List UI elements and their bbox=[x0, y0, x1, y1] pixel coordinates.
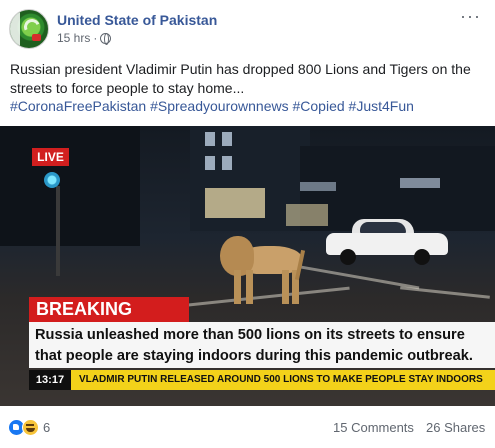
page-name-link[interactable]: United State of Pakistan bbox=[57, 12, 217, 28]
lion-leg bbox=[282, 270, 289, 304]
ticker-text: VLADMIR PUTIN RELEASED AROUND 500 LIONS … bbox=[79, 374, 483, 385]
news-headline: Russia unleashed more than 500 lions on … bbox=[29, 322, 495, 368]
car-window bbox=[360, 222, 406, 233]
window bbox=[205, 132, 215, 146]
building-left bbox=[0, 126, 140, 246]
window bbox=[286, 204, 328, 226]
comments-link[interactable]: 15 Comments bbox=[333, 419, 414, 436]
lion-leg bbox=[234, 270, 241, 304]
window bbox=[205, 188, 265, 218]
window bbox=[300, 182, 336, 191]
post-time[interactable]: 15 hrs bbox=[57, 31, 90, 45]
reaction-count[interactable]: 6 bbox=[43, 419, 50, 436]
news-ticker: 13:17 VLADMIR PUTIN RELEASED AROUND 500 … bbox=[29, 370, 495, 390]
post-meta: 15 hrs · bbox=[57, 31, 112, 45]
post-header: United State of Pakistan 15 hrs · ··· bbox=[0, 0, 495, 56]
car-wheel bbox=[414, 249, 430, 265]
meta-separator: · bbox=[93, 31, 98, 45]
lion bbox=[220, 236, 310, 306]
parked-car bbox=[326, 219, 448, 265]
flag-stripe bbox=[10, 10, 20, 48]
window bbox=[222, 132, 232, 146]
logo-mark bbox=[32, 34, 41, 41]
globe-icon bbox=[100, 32, 112, 45]
shares-link[interactable]: 26 Shares bbox=[426, 419, 485, 436]
avatar[interactable] bbox=[9, 9, 49, 49]
hashtags[interactable]: #CoronaFreePakistan #Spreadyourownnews #… bbox=[10, 97, 485, 116]
window bbox=[400, 178, 440, 188]
car-wheel bbox=[340, 249, 356, 265]
breaking-news-label: BREAKING NEWS bbox=[29, 297, 189, 344]
road-marking bbox=[400, 286, 490, 299]
live-badge: LIVE bbox=[32, 148, 69, 166]
street-lamp-light bbox=[44, 172, 60, 188]
lion-leg bbox=[246, 270, 253, 304]
street-lamp bbox=[56, 186, 60, 276]
post-footer: 6 15 Comments 26 Shares bbox=[0, 412, 495, 442]
more-options-button[interactable]: ··· bbox=[460, 7, 481, 25]
window bbox=[205, 156, 215, 170]
window bbox=[222, 156, 232, 170]
post-image[interactable]: LIVE BREAKING NEWS Russia unleashed more… bbox=[0, 126, 495, 406]
post-text: Russian president Vladimir Putin has dro… bbox=[10, 61, 471, 96]
haha-icon[interactable] bbox=[22, 419, 39, 436]
ticker-time: 13:17 bbox=[29, 370, 71, 390]
